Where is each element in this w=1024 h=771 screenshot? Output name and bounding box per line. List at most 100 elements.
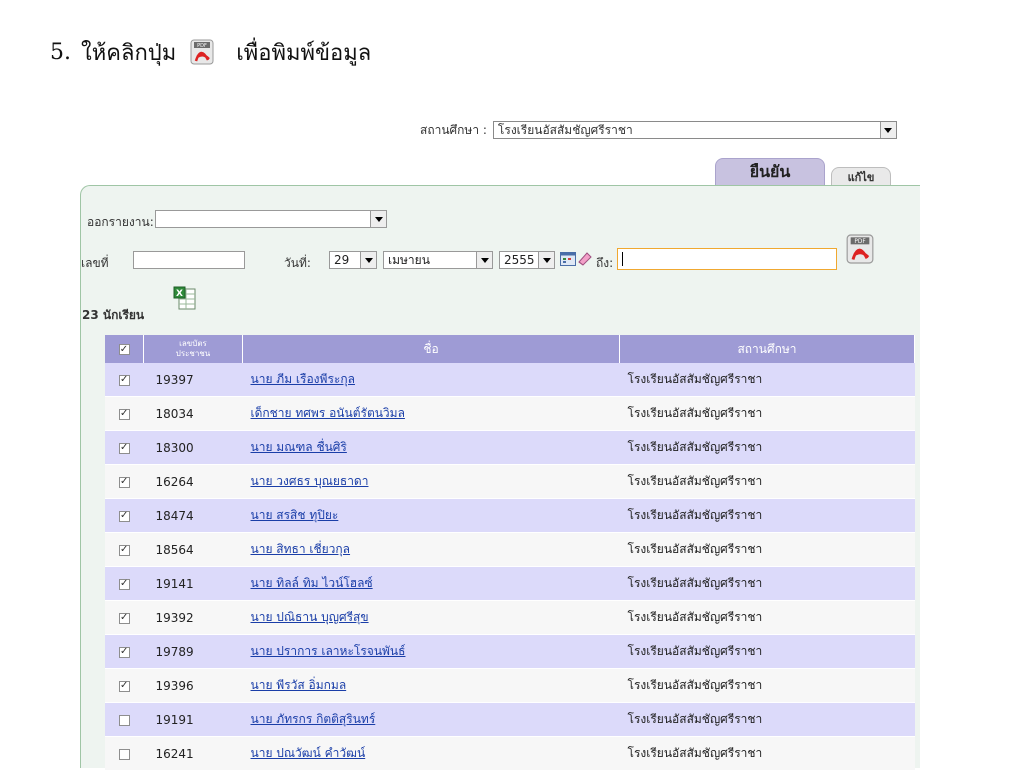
- row-name-link[interactable]: นาย สรสิช ทุปิยะ: [251, 508, 339, 522]
- row-school: โรงเรียนอัสสัมชัญศรีราชา: [619, 430, 915, 465]
- row-name-cell[interactable]: นาย ภัทรกร กิตติสุรินทร์: [242, 702, 620, 737]
- table-header-row: ✓ เลขบัตร ประชาชน ชื่อ สถานศึกษา: [105, 335, 915, 363]
- chevron-down-icon[interactable]: [360, 252, 376, 268]
- year-select[interactable]: 2555: [499, 251, 555, 269]
- row-name-cell[interactable]: นาย ภีม เรืองพีระกุล: [242, 363, 620, 397]
- row-school: โรงเรียนอัสสัมชัญศรีราชา: [619, 634, 915, 669]
- row-name-link[interactable]: นาย ปณิธาน บุญศรีสุข: [251, 610, 369, 624]
- table-row: ✓ 18300 นาย มณฑล ชื่นศิริ โรงเรียนอัสสัมชัญ…: [105, 430, 915, 465]
- day-select[interactable]: 29: [329, 251, 377, 269]
- row-checkbox[interactable]: ✓: [118, 646, 130, 658]
- row-checkbox[interactable]: ✓: [118, 544, 130, 556]
- table-row: ✓ 19392 นาย ปณิธาน บุญศรีสุข โรงเรียนอัสสัม…: [105, 600, 915, 635]
- row-school: โรงเรียนอัสสัมชัญศรีราชา: [619, 736, 915, 771]
- table-body: ✓ 19397 นาย ภีม เรืองพีระกุล โรงเรียนอัสสัม…: [105, 363, 915, 771]
- header-id-line2: ประชาชน: [175, 349, 211, 358]
- header-id-line1: เลขบัตร: [179, 339, 207, 348]
- row-select-cell[interactable]: ✓: [105, 532, 144, 567]
- header-id: เลขบัตร ประชาชน: [143, 335, 243, 363]
- row-school: โรงเรียนอัสสัมชัญศรีราชา: [619, 464, 915, 499]
- row-name-cell[interactable]: นาย ปณวัฒน์ คำวัฒน์: [242, 736, 620, 771]
- row-checkbox[interactable]: ✓: [118, 476, 130, 488]
- year-select-value: 2555: [504, 253, 535, 267]
- row-id: 18564: [143, 532, 243, 567]
- row-id: 19392: [143, 600, 243, 635]
- row-name-link[interactable]: เด็กชาย ทศพร อนันต์รัตนวิมล: [251, 406, 405, 420]
- row-checkbox[interactable]: ✓: [118, 510, 130, 522]
- table-row: ✓ 19789 นาย ปราการ เลาหะโรจนพันธ์ โรงเรียนอ…: [105, 634, 915, 669]
- row-school: โรงเรียนอัสสัมชัญศรีราชา: [619, 396, 915, 431]
- row-select-cell[interactable]: ✓: [105, 668, 144, 703]
- row-select-cell[interactable]: ✓: [105, 600, 144, 635]
- row-name-cell[interactable]: นาย ปณิธาน บุญศรีสุข: [242, 600, 620, 635]
- table-row: ✓ 18034 เด็กชาย ทศพร อนันต์รัตนวิมล โรงเรีย…: [105, 396, 915, 431]
- tab-edit[interactable]: แก้ไข: [831, 167, 891, 186]
- row-checkbox[interactable]: ✓: [118, 374, 130, 386]
- eraser-icon[interactable]: [577, 250, 593, 270]
- chevron-down-icon[interactable]: [879, 122, 896, 138]
- row-select-cell[interactable]: [105, 702, 144, 737]
- table-row: ✓ 18474 นาย สรสิช ทุปิยะ โรงเรียนอัสสัมชัญศ…: [105, 498, 915, 533]
- select-all-checkbox[interactable]: ✓: [118, 344, 130, 355]
- row-name-cell[interactable]: นาย สรสิช ทุปิยะ: [242, 498, 620, 533]
- row-select-cell[interactable]: ✓: [105, 498, 144, 533]
- row-checkbox[interactable]: ✓: [118, 680, 130, 692]
- row-name-cell[interactable]: นาย พีรวัส อิ่มกมล: [242, 668, 620, 703]
- to-input[interactable]: [617, 248, 837, 270]
- row-name-link[interactable]: นาย มณฑล ชื่นศิริ: [251, 440, 347, 454]
- instruction-text-before: ให้คลิกปุ่ม: [81, 40, 177, 66]
- header-select-all[interactable]: ✓: [105, 335, 144, 363]
- school-select[interactable]: โรงเรียนอัสสัมชัญศรีราชา: [492, 121, 897, 139]
- row-checkbox[interactable]: [118, 748, 130, 760]
- row-checkbox[interactable]: ✓: [118, 578, 130, 590]
- chevron-down-icon[interactable]: [370, 211, 386, 227]
- row-checkbox[interactable]: ✓: [118, 408, 130, 420]
- number-input[interactable]: [133, 251, 245, 269]
- row-name-cell[interactable]: นาย มณฑล ชื่นศิริ: [242, 430, 620, 465]
- row-checkbox[interactable]: ✓: [118, 442, 130, 454]
- student-count: 23 นักเรียน: [82, 308, 145, 322]
- chevron-down-icon[interactable]: [538, 252, 554, 268]
- row-select-cell[interactable]: [105, 736, 144, 771]
- row-name-cell[interactable]: นาย สิทธา เชี่ยวกุล: [242, 532, 620, 567]
- row-name-link[interactable]: นาย ปราการ เลาหะโรจนพันธ์: [251, 644, 406, 658]
- month-select[interactable]: เมษายน: [383, 251, 493, 269]
- school-select-value: โรงเรียนอัสสัมชัญศรีราชา: [497, 122, 633, 137]
- pdf-icon[interactable]: PDF: [846, 233, 874, 265]
- row-name-link[interactable]: นาย พีรวัส อิ่มกมล: [251, 678, 347, 692]
- row-name-link[interactable]: นาย ภัทรกร กิตติสุรินทร์: [251, 712, 376, 726]
- day-select-value: 29: [334, 253, 350, 267]
- row-select-cell[interactable]: ✓: [105, 363, 144, 397]
- excel-icon[interactable]: X: [173, 286, 197, 316]
- table-row: ✓ 19141 นาย ทิลล์ ทิม ไวน์โฮลซ์ โรงเรียนอัส…: [105, 566, 915, 601]
- row-select-cell[interactable]: ✓: [105, 396, 144, 431]
- number-label: เลขที่: [81, 256, 109, 270]
- tab-confirm[interactable]: ยืนยัน: [715, 158, 825, 185]
- pdf-icon: PDF: [190, 39, 214, 65]
- row-select-cell[interactable]: ✓: [105, 566, 144, 601]
- calendar-icon[interactable]: [560, 251, 576, 270]
- row-name-cell[interactable]: นาย วงศธร บุณยธาดา: [242, 464, 620, 499]
- row-name-link[interactable]: นาย ปณวัฒน์ คำวัฒน์: [251, 746, 366, 760]
- svg-text:PDF: PDF: [197, 43, 207, 49]
- row-id: 18300: [143, 430, 243, 465]
- row-name-link[interactable]: นาย ภีม เรืองพีระกุล: [251, 372, 355, 386]
- row-name-cell[interactable]: นาย ปราการ เลาหะโรจนพันธ์: [242, 634, 620, 669]
- row-name-link[interactable]: นาย วงศธร บุณยธาดา: [251, 474, 369, 488]
- svg-text:PDF: PDF: [854, 239, 866, 245]
- table-row: ✓ 19396 นาย พีรวัส อิ่มกมล โรงเรียนอัสสัมชั…: [105, 668, 915, 703]
- row-select-cell[interactable]: ✓: [105, 464, 144, 499]
- row-select-cell[interactable]: ✓: [105, 634, 144, 669]
- row-school: โรงเรียนอัสสัมชัญศรีราชา: [619, 702, 915, 737]
- row-checkbox[interactable]: [118, 714, 130, 726]
- row-select-cell[interactable]: ✓: [105, 430, 144, 465]
- report-select[interactable]: [155, 210, 387, 228]
- row-name-cell[interactable]: เด็กชาย ทศพร อนันต์รัตนวิมล: [242, 396, 620, 431]
- table-row: ✓ 16264 นาย วงศธร บุณยธาดา โรงเรียนอัสสัมชั…: [105, 464, 915, 499]
- row-name-link[interactable]: นาย สิทธา เชี่ยวกุล: [251, 542, 351, 556]
- row-checkbox[interactable]: ✓: [118, 612, 130, 624]
- row-name-cell[interactable]: นาย ทิลล์ ทิม ไวน์โฮลซ์: [242, 566, 620, 601]
- chevron-down-icon[interactable]: [476, 252, 492, 268]
- row-name-link[interactable]: นาย ทิลล์ ทิม ไวน์โฮลซ์: [251, 576, 373, 590]
- header-name: ชื่อ: [242, 335, 620, 363]
